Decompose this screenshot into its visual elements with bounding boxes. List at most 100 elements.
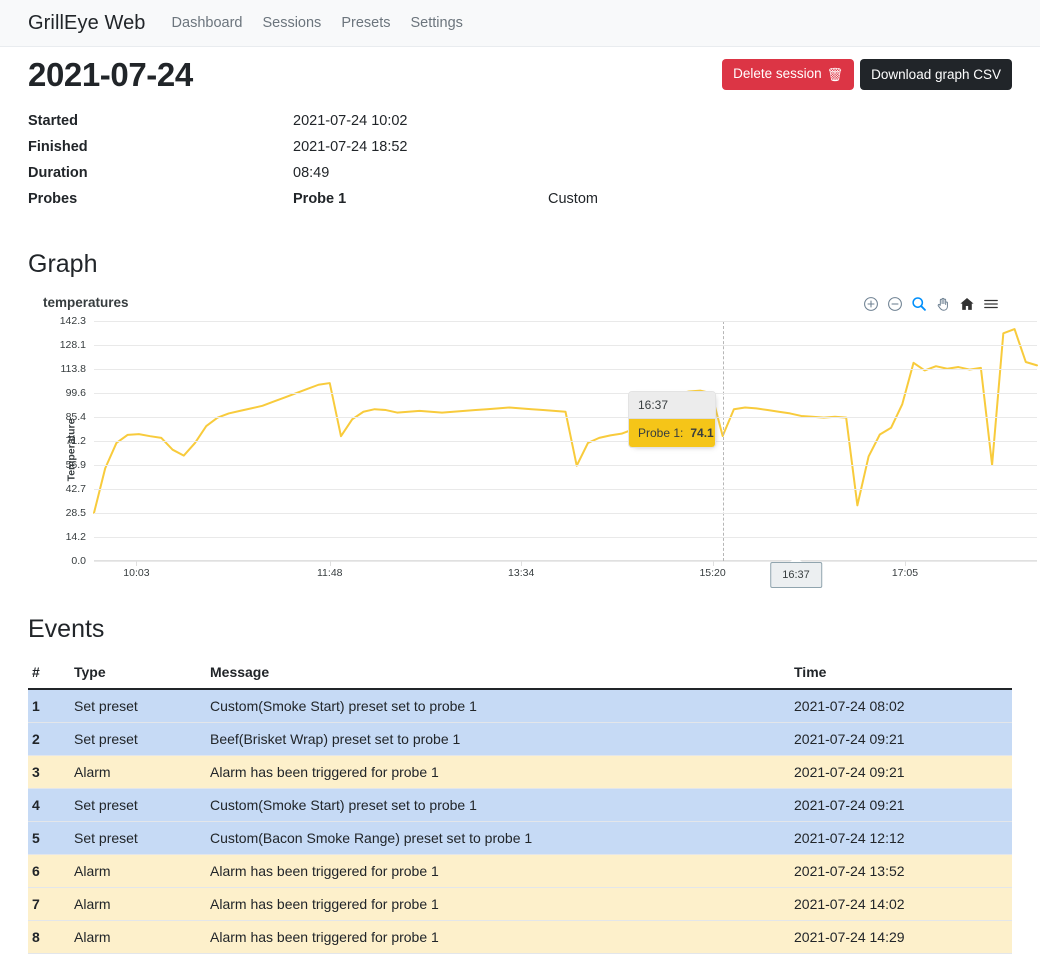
event-type: Alarm [70, 854, 206, 888]
event-time: 2021-07-24 13:52 [790, 854, 1012, 888]
gridline [94, 441, 1037, 442]
event-num: 1 [28, 689, 70, 723]
probe-preset: Custom [548, 191, 598, 207]
delete-session-label: Delete session [733, 66, 822, 81]
gridline [94, 561, 1037, 562]
event-message: Custom(Smoke Start) preset set to probe … [206, 788, 790, 822]
meta-row-probes: Probes Probe 1 Custom [28, 186, 668, 212]
nav-link-sessions[interactable]: Sessions [262, 15, 321, 31]
event-message: Alarm has been triggered for probe 1 [206, 755, 790, 789]
y-tick-label: 28.5 [65, 507, 86, 519]
gridline [94, 537, 1037, 538]
gridline [94, 417, 1037, 418]
tooltip-body: Probe 1: 74.1 [629, 419, 715, 447]
event-num: 4 [28, 788, 70, 822]
column-header-num: # [28, 658, 70, 690]
zoom-in-icon[interactable] [861, 294, 880, 313]
x-tick-mark [521, 561, 523, 566]
session-meta-table: Started 2021-07-24 10:02 Finished 2021-0… [28, 108, 668, 212]
event-num: 2 [28, 722, 70, 756]
temperature-chart: temperatures Temperature 142.3 128.1 113… [28, 295, 1012, 605]
event-type: Alarm [70, 887, 206, 921]
gridline [94, 369, 1037, 370]
trash-icon: 🗑 [826, 67, 844, 82]
events-heading: Events [28, 615, 105, 643]
meta-value-started: 2021-07-24 10:02 [293, 113, 408, 129]
download-csv-button[interactable]: Download graph CSV [860, 59, 1012, 90]
tooltip-value: 74.1 [690, 426, 714, 440]
x-tick-label: 13:34 [508, 567, 535, 579]
event-message: Custom(Smoke Start) preset set to probe … [206, 689, 790, 723]
event-time: 2021-07-24 09:21 [790, 722, 1012, 756]
event-time: 2021-07-24 09:21 [790, 755, 1012, 789]
event-time: 2021-07-24 08:02 [790, 689, 1012, 723]
column-header-type: Type [70, 658, 206, 690]
top-navbar: GrillEye Web Dashboard Sessions Presets … [0, 0, 1040, 47]
gridline [94, 465, 1037, 466]
nav-link-presets[interactable]: Presets [341, 15, 390, 31]
chart-grid [94, 321, 1037, 566]
x-tick-mark [329, 561, 331, 566]
table-row: 3 Alarm Alarm has been triggered for probe… [28, 755, 1012, 789]
nav-link-dashboard[interactable]: Dashboard [172, 15, 243, 31]
table-row: 8 Alarm Alarm has been triggered for probe… [28, 920, 1012, 954]
table-row: 6 Alarm Alarm has been triggered for probe… [28, 854, 1012, 888]
y-tick-label: 99.6 [65, 387, 86, 399]
event-message: Alarm has been triggered for probe 1 [206, 887, 790, 921]
gridline [94, 345, 1037, 346]
event-message: Custom(Bacon Smoke Range) preset set to … [206, 821, 790, 855]
y-tick-label: 42.7 [65, 483, 86, 495]
nav-link-settings[interactable]: Settings [410, 15, 462, 31]
page-content: Delete session 🗑 Download graph CSV 2021-… [0, 47, 1040, 954]
event-message: Alarm has been triggered for probe 1 [206, 920, 790, 954]
meta-key-started: Started [28, 113, 78, 129]
home-reset-icon[interactable] [957, 294, 976, 313]
table-row: 1 Set preset Custom(Smoke Start) preset se… [28, 689, 1012, 723]
delete-session-button[interactable]: Delete session 🗑 [722, 59, 855, 90]
event-message: Beef(Brisket Wrap) preset set to probe 1 [206, 722, 790, 756]
y-tick-label: 142.3 [59, 315, 86, 327]
x-tick-label: 17:05 [891, 567, 919, 579]
y-tick-label: 56.9 [65, 459, 86, 471]
chart-tooltip: 16:37 Probe 1: 74.1 [628, 391, 716, 448]
event-num: 5 [28, 821, 70, 855]
nav-links: Dashboard Sessions Presets Settings [172, 15, 463, 31]
x-tick-mark [904, 561, 906, 566]
chart-toolbar [861, 294, 1000, 313]
event-type: Alarm [70, 920, 206, 954]
chart-title: temperatures [43, 295, 129, 310]
meta-row-duration: Duration 08:49 [28, 160, 668, 186]
y-tick-label: 128.1 [59, 339, 86, 351]
meta-value-duration: 08:49 [293, 165, 330, 181]
events-header-row: # Type Message Time [28, 658, 1012, 690]
meta-key-finished: Finished [28, 139, 88, 155]
event-time: 2021-07-24 09:21 [790, 788, 1012, 822]
table-row: 7 Alarm Alarm has been triggered for probe… [28, 887, 1012, 921]
event-num: 8 [28, 920, 70, 954]
tooltip-time: 16:37 [629, 392, 715, 419]
menu-icon[interactable] [981, 294, 1000, 313]
event-time: 2021-07-24 14:02 [790, 887, 1012, 921]
y-tick-label: 0.0 [71, 555, 86, 567]
zoom-out-icon[interactable] [885, 294, 904, 313]
meta-value-finished: 2021-07-24 18:52 [293, 139, 408, 155]
events-table: # Type Message Time 1 Set preset Custom(Sm… [28, 658, 1012, 954]
gridline [94, 489, 1037, 490]
x-tick-label: 10:03 [123, 567, 150, 579]
event-num: 3 [28, 755, 70, 789]
chart-plot-area: Temperature 142.3 128.1 113.8 99.6 85.4 71.2 5… [28, 315, 1040, 591]
pan-icon[interactable] [933, 294, 952, 313]
brand-logo[interactable]: GrillEye Web [28, 12, 146, 35]
meta-row-started: Started 2021-07-24 10:02 [28, 108, 668, 134]
gridline [94, 513, 1037, 514]
selection-zoom-icon[interactable] [909, 294, 928, 313]
event-message: Alarm has been triggered for probe 1 [206, 854, 790, 888]
event-num: 7 [28, 887, 70, 921]
y-axis-ticks: 142.3 128.1 113.8 99.6 85.4 71.2 56.9 42.7 28.5 1… [28, 315, 86, 567]
x-tick-mark [136, 561, 138, 566]
table-row: 5 Set preset Custom(Bacon Smoke Range) pre… [28, 821, 1012, 855]
meta-key-duration: Duration [28, 165, 88, 181]
tooltip-series-label: Probe 1: [638, 426, 684, 440]
event-type: Set preset [70, 821, 206, 855]
table-row: 4 Set preset Custom(Smoke Start) preset se… [28, 788, 1012, 822]
